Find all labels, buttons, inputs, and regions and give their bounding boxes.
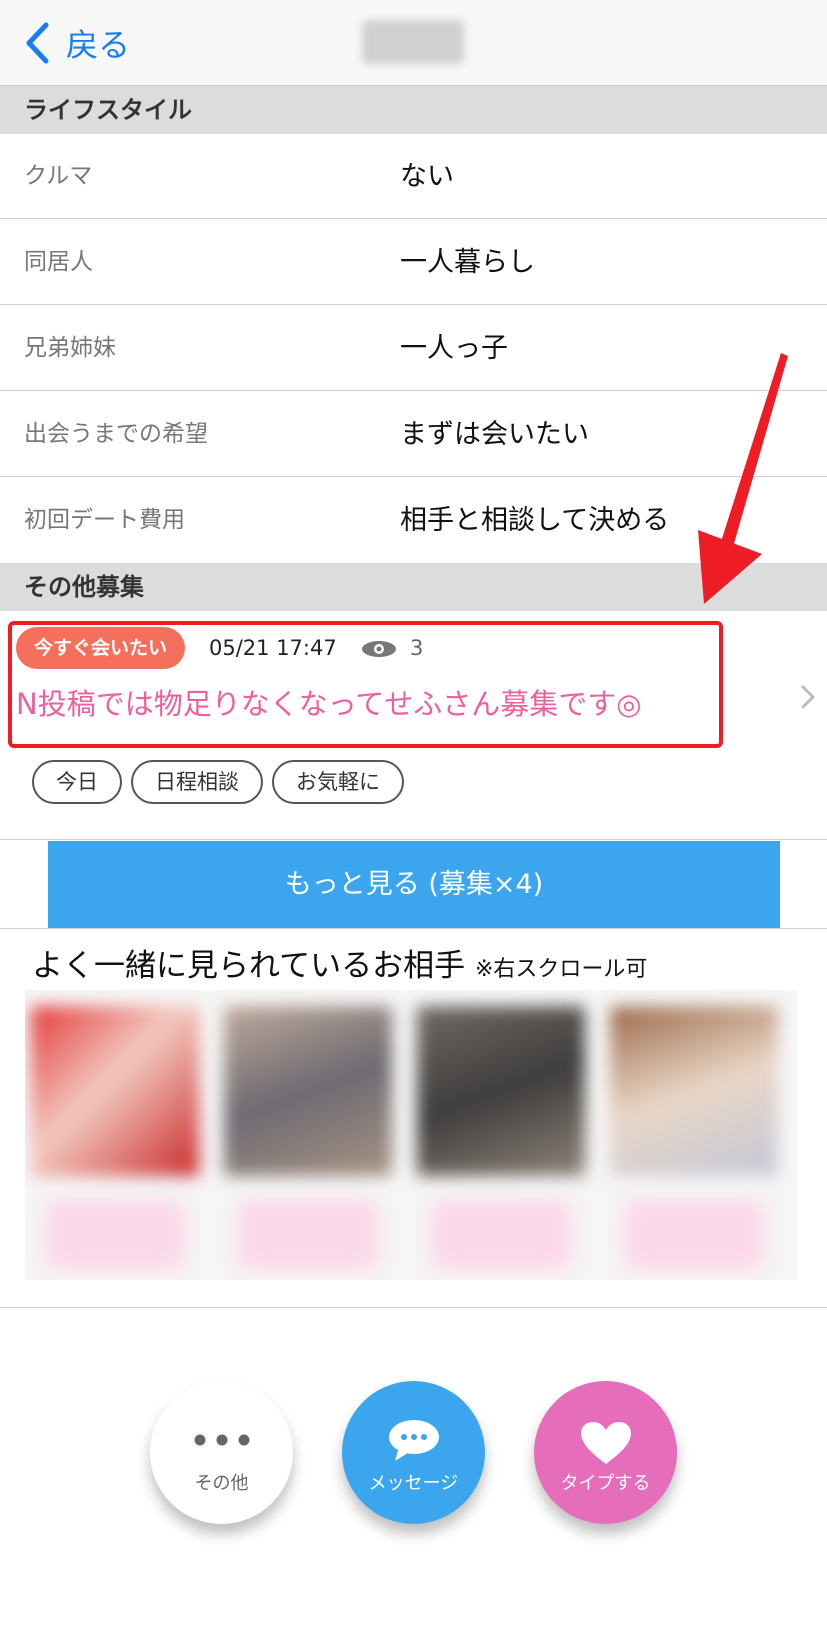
suggestion-card[interactable] (25, 1000, 203, 1270)
profile-caption-blurred (431, 1200, 571, 1270)
chevron-right-icon (801, 685, 815, 709)
navigation-bar: 戻る (0, 0, 827, 86)
suggestions-note: ※右スクロール可 (474, 957, 648, 982)
row-value: まずは会いたい (400, 419, 589, 450)
like-button[interactable]: タイプする (534, 1381, 677, 1524)
chevron-left-icon (26, 22, 49, 64)
message-button[interactable]: メッセージ (342, 1381, 485, 1524)
like-button-label: タイプする (560, 1473, 651, 1494)
profile-photo (31, 1006, 199, 1176)
eye-icon (362, 641, 396, 657)
divider (0, 1307, 827, 1308)
chat-bubble-icon (389, 1420, 439, 1461)
row-label: クルマ (24, 163, 93, 189)
suggestion-card[interactable] (604, 1000, 782, 1270)
row-value: ない (400, 161, 454, 192)
nav-title-blurred (362, 20, 464, 64)
more-dots-icon (194, 1434, 250, 1446)
profile-photo (610, 1006, 778, 1176)
suggestion-carousel[interactable] (25, 990, 798, 1280)
more-button[interactable]: もっと見る (募集×4) (48, 841, 780, 928)
profile-row-car: クルマ ない (0, 134, 827, 219)
profile-row-housemate: 同居人 一人暮らし (0, 220, 827, 305)
annotation-arrow-icon (698, 353, 788, 604)
profile-caption-blurred (624, 1200, 764, 1270)
post-datetime: 05/21 17:47 (209, 636, 337, 660)
profile-caption-blurred (238, 1200, 378, 1270)
suggestion-card[interactable] (218, 1000, 396, 1270)
divider (0, 928, 827, 929)
tag-today: 今日 (32, 760, 122, 804)
row-label: 兄弟姉妹 (24, 335, 116, 361)
row-value: 一人暮らし (400, 247, 535, 278)
status-badge: 今すぐ会いたい (16, 627, 186, 669)
recruit-post[interactable]: 今すぐ会いたい 05/21 17:47 3 N投稿では物足りなくなってせふさん募… (0, 610, 827, 840)
tag-schedule: 日程相談 (131, 760, 263, 804)
profile-caption-blurred (45, 1200, 185, 1270)
row-label: 出会うまでの希望 (24, 421, 208, 447)
suggestions-title-text: よく一緒に見られているお相手 (32, 948, 466, 984)
message-button-label: メッセージ (368, 1473, 459, 1494)
back-label: 戻る (66, 26, 131, 64)
heart-icon (581, 1422, 631, 1464)
profile-photo (224, 1006, 392, 1176)
suggestion-card[interactable] (411, 1000, 589, 1270)
profile-photo (417, 1006, 585, 1176)
row-label: 同居人 (24, 249, 93, 275)
tag-list: 今日 日程相談 お気軽に (32, 760, 404, 804)
other-button-label: その他 (194, 1473, 249, 1494)
tag-casual: お気軽に (272, 760, 404, 804)
section-header-lifestyle: ライフスタイル (0, 86, 827, 134)
suggestions-title: よく一緒に見られているお相手 ※右スクロール可 (32, 940, 647, 985)
row-value: 相手と相談して決める (400, 505, 670, 536)
recruit-title: N投稿では物足りなくなってせふさん募集です◎ (16, 687, 642, 721)
row-label: 初回デート費用 (24, 507, 185, 533)
view-count: 3 (410, 636, 424, 660)
back-button[interactable]: 戻る (24, 18, 130, 68)
row-value: 一人っ子 (400, 333, 508, 364)
other-button[interactable]: その他 (150, 1381, 293, 1524)
